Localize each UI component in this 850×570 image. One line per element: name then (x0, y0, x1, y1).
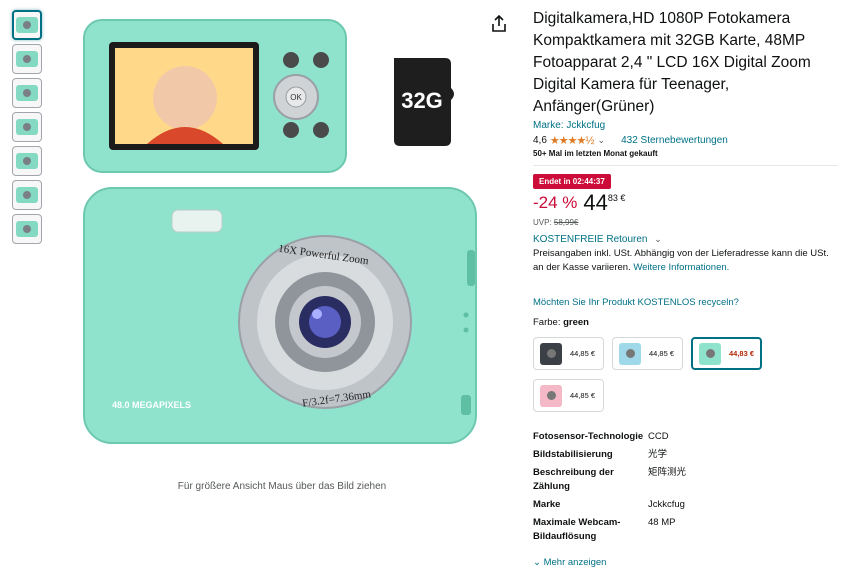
spec-value: Jckkcfug (648, 499, 685, 510)
swatch-price: 44,85 € (570, 349, 596, 358)
swatch-image (540, 342, 562, 365)
spec-key: Bildstabilisierung (533, 449, 613, 460)
thumbnail-strip (12, 10, 44, 248)
zoom-hint: Für größere Ansicht Maus über das Bild z… (177, 481, 387, 492)
product-info: Digitalkamera,HD 1080P Fotokamera Kompak… (533, 8, 838, 328)
thumbnail-2[interactable] (12, 44, 42, 74)
spec-value: 矩阵测光 (648, 467, 687, 478)
uvp-label: UVP: (533, 218, 552, 227)
price-fraction: 83 € (607, 193, 626, 203)
thumbnail-image (16, 51, 38, 67)
uvp-value: 58,99€ (553, 218, 579, 227)
swatch-pink[interactable]: 44,85 € (533, 379, 604, 412)
deal-timer-badge: Endet in 02:44:37 (533, 174, 611, 189)
spec-row: Marke Jckkcfug (533, 498, 838, 512)
list-price: UVP: 58,99€ (533, 218, 838, 227)
megapixels-label: 48.0 MEGAPIXELS (112, 400, 191, 410)
spec-row: Bildstabilisierung 光学 (533, 448, 838, 462)
color-label: Farbe: green (533, 317, 838, 328)
show-more-label: Mehr anzeigen (543, 557, 607, 568)
chevron-down-icon: ⌄ (654, 234, 662, 244)
swatch-blue[interactable]: 44,85 € (612, 337, 683, 370)
chevron-down-icon[interactable]: ⌄ (598, 135, 606, 146)
spec-row: Maximale Webcam-Bildauflösung 48 MP (533, 516, 838, 544)
swatch-image (699, 342, 721, 365)
ok-button-label: OK (290, 93, 302, 102)
thumbnail-image (16, 187, 38, 203)
brand-link[interactable]: Marke: Jckkcfug (533, 120, 838, 131)
product-title: Digitalkamera,HD 1080P Fotokamera Kompak… (533, 10, 811, 115)
rating-row: 4,6 ★★★★½ ⌄ 432 Sternebewertungen (533, 133, 838, 147)
thumbnail-image (16, 221, 38, 237)
thumbnail-1[interactable] (12, 10, 42, 40)
spec-row: Beschreibung der Zählung 矩阵测光 (533, 466, 838, 494)
show-more-link[interactable]: ⌄ Mehr anzeigen (533, 557, 606, 568)
thumbnail-5[interactable] (12, 146, 42, 176)
thumbnail-image (16, 153, 38, 169)
spec-key: Fotosensor-Technologie (533, 431, 644, 442)
swatch-green[interactable]: 44,83 € (691, 337, 762, 370)
color-label-text: Farbe: (533, 317, 561, 328)
spec-row: Fotosensor-Technologie CCD (533, 430, 838, 444)
spec-key: Marke (533, 499, 561, 510)
camera-illustration: OK 32G 16X Powerful Zoom F/3.2f=7.36mm 4… (83, 19, 477, 444)
spec-value: 光学 (648, 449, 668, 460)
swatch-price: 44,83 € (729, 349, 755, 358)
chevron-down-icon: ⌄ (533, 557, 541, 568)
thumbnail-image (16, 85, 38, 101)
specs-table: Fotosensor-Technologie CCD Bildstabilisi… (533, 430, 838, 544)
thumbnail-image (16, 17, 38, 33)
spec-key: Beschreibung der Zählung (533, 467, 614, 492)
thumbnail-image (16, 119, 38, 135)
swatch-price: 44,85 € (649, 349, 675, 358)
swatch-price: 44,85 € (570, 391, 596, 400)
recycle-link[interactable]: Möchten Sie Ihr Produkt KOSTENLOS recyce… (533, 297, 838, 308)
swatch-image (619, 342, 641, 365)
rating-value: 4,6 (533, 134, 547, 146)
spec-key: Maximale Webcam-Bildauflösung (533, 517, 621, 542)
share-icon[interactable] (490, 14, 508, 34)
thumbnail-6[interactable] (12, 180, 42, 210)
color-value: green (563, 317, 589, 328)
bought-recently: 50+ Mal im letzten Monat gekauft (533, 149, 658, 158)
price-whole: 44 (583, 190, 608, 215)
swatch-image (540, 384, 562, 407)
star-rating-icon[interactable]: ★★★★½ (550, 134, 595, 147)
spec-value: CCD (648, 431, 669, 442)
main-product-image[interactable]: OK 32G 16X Powerful Zoom F/3.2f=7.36mm 4… (47, 0, 517, 470)
tax-info: Preisangaben inkl. USt. Abhängig von der… (533, 247, 838, 275)
ratings-count-link[interactable]: 432 Sternebewertungen (621, 135, 728, 146)
free-returns-label: KOSTENFREIE Retouren (533, 234, 648, 245)
swatch-black[interactable]: 44,85 € (533, 337, 604, 370)
thumbnail-3[interactable] (12, 78, 42, 108)
thumbnail-4[interactable] (12, 112, 42, 142)
tax-more-link[interactable]: Weitere Informationen. (633, 262, 729, 273)
divider (533, 165, 838, 166)
free-returns-link[interactable]: KOSTENFREIE Retouren ⌄ (533, 234, 838, 245)
price-row: -24 % 44 83 € (533, 192, 838, 214)
discount-percent: -24 % (533, 193, 578, 212)
sd-card-label: 32G (401, 88, 443, 113)
thumbnail-7[interactable] (12, 214, 42, 244)
spec-value: 48 MP (648, 517, 676, 528)
